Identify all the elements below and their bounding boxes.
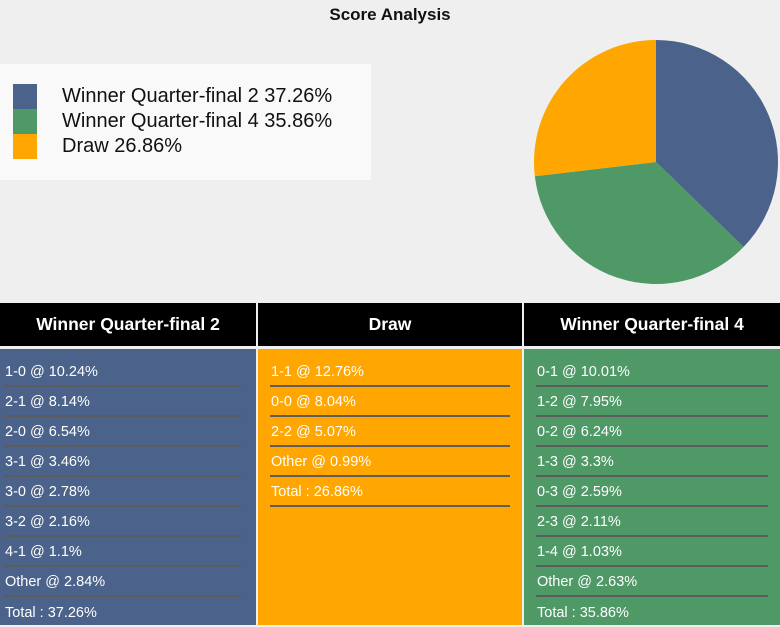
score-row: 2-3 @ 2.11%	[536, 507, 768, 537]
column-body-team1: 1-0 @ 10.24% 2-1 @ 8.14% 2-0 @ 6.54% 3-1 @ …	[0, 349, 256, 625]
column-draw: Draw 1-1 @ 12.76% 0-0 @ 8.04% 2-2 @ 5.07% O…	[258, 303, 522, 625]
column-header-draw: Draw	[258, 303, 522, 346]
legend-item-team1: Winner Quarter-final 2 37.26%	[13, 84, 332, 109]
legend-item-draw: Draw 26.86%	[13, 134, 182, 159]
legend-label-draw: Draw 26.86%	[62, 135, 183, 157]
score-row: 0-0 @ 8.04%	[270, 387, 510, 417]
pie-chart	[534, 40, 778, 284]
column-body-draw: 1-1 @ 12.76% 0-0 @ 8.04% 2-2 @ 5.07% Other …	[258, 349, 522, 625]
legend-label-team1: Winner Quarter-final 2 37.26%	[62, 85, 333, 107]
score-row: 4-1 @ 1.1%	[4, 537, 242, 567]
column-header-team1: Winner Quarter-final 2	[0, 303, 256, 346]
legend-label-team2: Winner Quarter-final 4 35.86%	[62, 110, 333, 132]
score-total: Total : 37.26%	[5, 605, 97, 621]
column-body-team2: 0-1 @ 10.01% 1-2 @ 7.95% 0-2 @ 6.24% 1-3 @ …	[524, 349, 780, 625]
column-team1: Winner Quarter-final 2 1-0 @ 10.24% 2-1 @…	[0, 303, 256, 625]
legend-swatch-team1	[13, 84, 37, 109]
legend-swatch-team2	[13, 109, 37, 134]
score-row: 3-1 @ 3.46%	[4, 447, 242, 477]
score-row: 1-1 @ 12.76%	[270, 357, 510, 387]
score-row: 1-3 @ 3.3%	[536, 447, 768, 477]
score-row: 0-1 @ 10.01%	[536, 357, 768, 387]
column-header-team2: Winner Quarter-final 4	[524, 303, 780, 346]
score-row: 2-2 @ 5.07%	[270, 417, 510, 447]
legend-item-team2: Winner Quarter-final 4 35.86%	[13, 109, 332, 134]
score-row: 0-2 @ 6.24%	[536, 417, 768, 447]
score-row: Other @ 2.63%	[536, 567, 768, 597]
score-row: 1-4 @ 1.03%	[536, 537, 768, 567]
pie-slice-draw	[534, 40, 656, 177]
score-row: 1-0 @ 10.24%	[4, 357, 242, 387]
score-row: Other @ 2.84%	[4, 567, 242, 597]
score-row: 2-1 @ 8.14%	[4, 387, 242, 417]
score-row: 2-0 @ 6.54%	[4, 417, 242, 447]
chart-title: Score Analysis	[329, 5, 451, 24]
column-team2: Winner Quarter-final 4 0-1 @ 10.01% 1-2 @…	[524, 303, 780, 625]
score-total: Total : 26.86%	[270, 477, 510, 507]
legend: Winner Quarter-final 2 37.26% Winner Qua…	[0, 64, 371, 180]
score-row: Other @ 0.99%	[270, 447, 510, 477]
legend-swatch-draw	[13, 134, 37, 159]
score-row: 0-3 @ 2.59%	[536, 477, 768, 507]
score-row: 3-2 @ 2.16%	[4, 507, 242, 537]
score-row: 3-0 @ 2.78%	[4, 477, 242, 507]
score-row: 1-2 @ 7.95%	[536, 387, 768, 417]
score-total: Total : 35.86%	[537, 605, 629, 621]
